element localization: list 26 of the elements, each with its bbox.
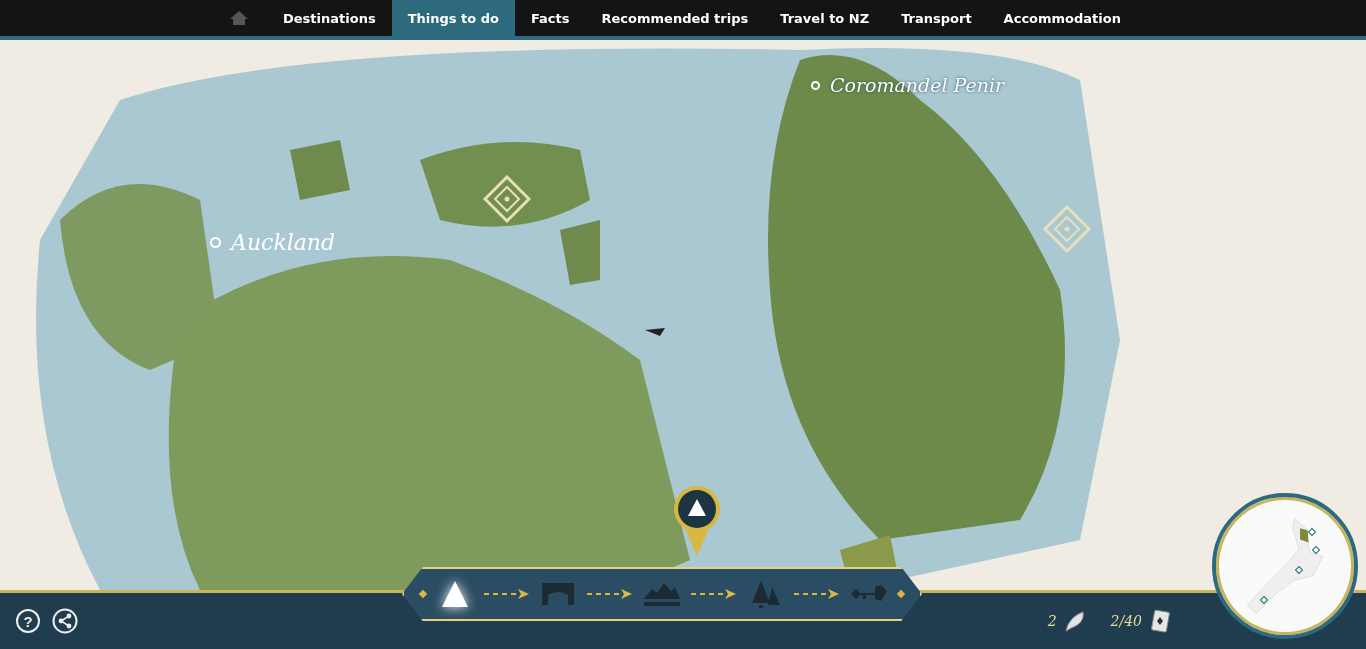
card-icon — [1148, 609, 1172, 633]
island-shape — [290, 140, 350, 200]
home-icon[interactable] — [229, 10, 249, 26]
place-label: Auckland — [231, 230, 336, 255]
nav-tab[interactable]: Things to do — [391, 0, 515, 36]
nav-tab[interactable]: Destinations — [267, 0, 392, 36]
card-count: 2/40 — [1110, 613, 1142, 629]
diamond-marker-icon[interactable] — [1043, 205, 1091, 253]
nav-tab[interactable]: Transport — [885, 0, 988, 36]
dashed-arrow-icon — [587, 588, 634, 600]
diamond-marker-icon[interactable] — [483, 175, 531, 223]
plane-icon — [645, 328, 665, 336]
help-button[interactable]: ? — [16, 609, 40, 633]
nav-tab[interactable]: Accommodation — [987, 0, 1137, 36]
place-dot — [210, 237, 221, 248]
place-dot — [811, 80, 820, 90]
nav-tab[interactable]: Facts — [514, 0, 586, 36]
dashed-arrow-icon — [794, 588, 841, 600]
dashed-arrow-icon — [483, 588, 530, 600]
feather-icon — [1062, 609, 1087, 633]
share-icon[interactable] — [52, 608, 78, 634]
nav-tab[interactable]: Travel to NZ — [764, 0, 886, 36]
feather-count: 2 — [1047, 613, 1057, 629]
dashed-arrow-icon — [690, 588, 737, 600]
nav-tab[interactable]: Recommended trips — [585, 0, 765, 36]
peak-pin-icon[interactable] — [672, 484, 722, 558]
